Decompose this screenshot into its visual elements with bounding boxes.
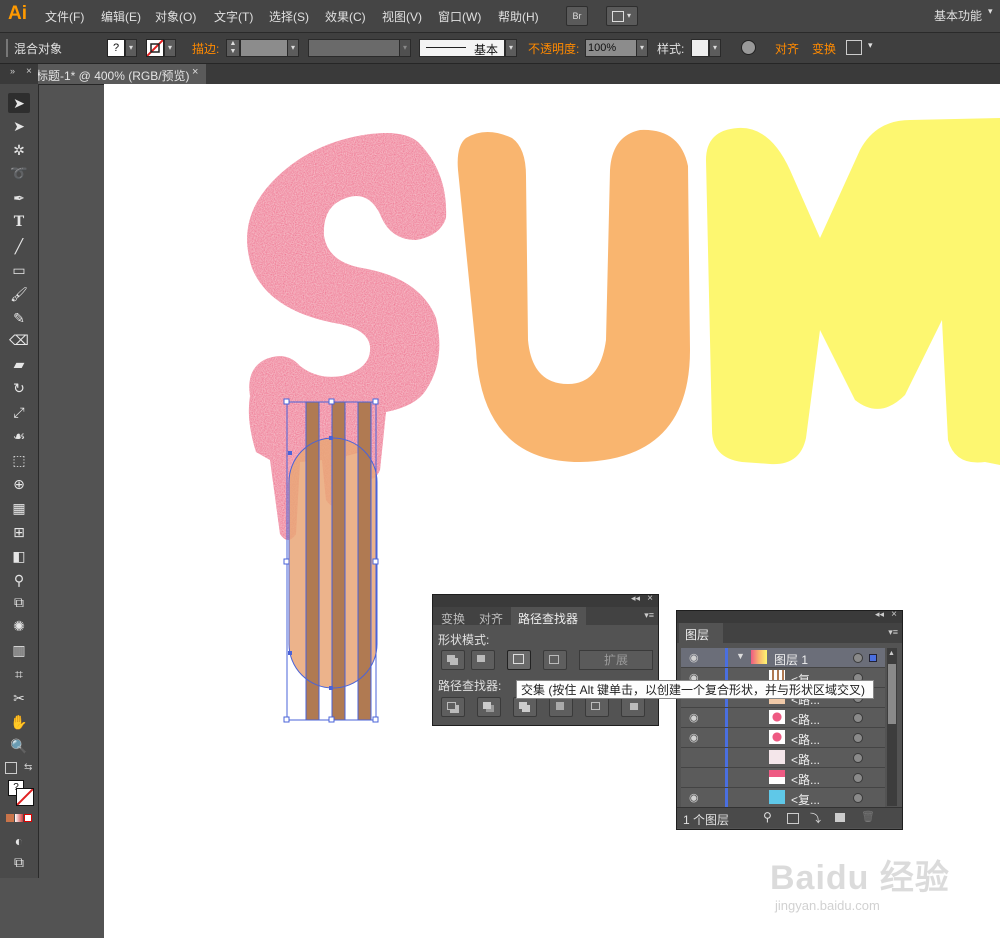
layers-list: ◉ ▼ 图层 1 ◉ <复... <路... ◉ <路... [681,647,885,807]
target-icon[interactable] [853,713,863,723]
disclosure-triangle-icon[interactable]: ▼ [736,651,745,661]
layer-count: 1 个图层 [683,813,730,827]
layer-thumbnail [769,790,785,804]
outline-icon [591,702,600,710]
close-panel-icon[interactable]: × [647,593,653,604]
layer-thumbnail [769,750,785,764]
layer-row-1[interactable]: ◉ ▼ 图层 1 [681,648,885,668]
layer-name[interactable]: <路... [791,771,820,788]
panel-header[interactable]: ◂◂ × [677,609,902,623]
crop-button[interactable] [549,697,573,717]
exclude-icon [549,655,559,664]
target-icon[interactable] [853,733,863,743]
merge-button[interactable] [513,697,537,717]
trim-icon [483,702,491,709]
layer-color-bar [725,728,728,747]
watermark-url: jingyan.baidu.com [775,898,880,913]
layer-name[interactable]: <路... [791,711,820,728]
layer-row-6[interactable]: <路... [681,748,885,768]
collapse-panel-icon[interactable]: ◂◂ [631,593,640,604]
new-layer-icon[interactable] [835,813,845,822]
layer-thumbnail [769,710,785,724]
intersect-button[interactable] [507,650,531,670]
stripe-2[interactable] [332,402,345,720]
exclude-button[interactable] [543,650,567,670]
merge-icon [519,702,527,709]
scroll-up-icon[interactable]: ▲ [888,650,895,657]
eye-icon[interactable]: ◉ [689,651,699,664]
layers-scrollbar[interactable]: ▲ [887,648,897,806]
eye-icon[interactable]: ◉ [689,791,699,804]
make-clipping-mask-icon[interactable] [787,813,799,824]
watermark-brand: Baidu 经验 [770,859,950,897]
eye-icon[interactable]: ◉ [689,711,699,724]
layer-row-8[interactable]: ◉ <复... [681,788,885,807]
target-icon[interactable] [853,773,863,783]
layer-name[interactable]: <路... [791,751,820,768]
layer-row-4[interactable]: ◉ <路... [681,708,885,728]
close-panel-icon[interactable]: × [891,609,897,620]
eye-icon[interactable]: ◉ [689,731,699,744]
shape-modes-label: 形状模式: [438,633,490,647]
target-icon[interactable] [853,793,863,803]
minus-front-button[interactable] [471,650,495,670]
layer-row-5[interactable]: ◉ <路... [681,728,885,748]
minus-back-icon [630,703,638,710]
tab-align[interactable]: 对齐 [479,610,503,627]
tab-layers-label: 图层 [685,628,710,642]
layer-color-bar [725,768,728,787]
divide-button[interactable] [441,697,465,717]
layer-name[interactable]: <复... [791,791,820,807]
layer-thumbnail [751,650,767,664]
stripe-1[interactable] [306,402,319,720]
layer-color-bar [725,748,728,767]
divide-icon [447,702,456,710]
layer-color-bar [725,708,728,727]
stripe-3[interactable] [358,402,371,720]
new-sublayer-icon[interactable]: ⤵ [810,810,821,826]
layers-footer: 1 个图层 ⚲ ⤵ 🗑 [677,807,902,828]
trash-icon[interactable]: 🗑 [861,810,875,823]
target-icon[interactable] [853,753,863,763]
expand-button[interactable]: 扩展 [579,650,653,670]
panel-menu-icon[interactable]: ▾≡ [644,610,654,621]
locate-object-icon[interactable]: ⚲ [763,810,772,824]
tab-layers[interactable]: 图层 [679,623,723,643]
layer-name[interactable]: <路... [791,731,820,748]
pathfinder-panel: ◂◂ × 变换 对齐 路径查找器 ▾≡ 形状模式: 扩展 路径查找器: [432,593,659,726]
layer-row-7[interactable]: <路... [681,768,885,788]
scrollbar-thumb[interactable] [888,664,896,724]
layer-thumbnail [769,730,785,744]
target-icon[interactable] [853,653,863,663]
crop-icon [556,702,564,710]
intersect-tooltip: 交集 (按住 Alt 键单击，以创建一个复合形状，并与形状区域交叉) [516,680,874,699]
trim-button[interactable] [477,697,501,717]
layer-thumbnail [769,770,785,784]
panel-menu-icon[interactable]: ▾≡ [888,627,898,638]
tab-pathfinder[interactable]: 路径查找器 [511,607,586,626]
layer-color-bar [725,788,728,807]
minus-back-button[interactable] [621,697,645,717]
layer-color-bar [725,648,728,667]
minus-front-icon [477,655,485,662]
selected-art-indicator[interactable] [869,654,877,662]
collapse-panel-icon[interactable]: ◂◂ [875,609,884,620]
letter-m[interactable] [706,118,1000,465]
pathfinders-label: 路径查找器: [438,679,502,693]
unite-button[interactable] [441,650,465,670]
panel-header[interactable]: ◂◂ × [433,593,658,607]
letter-u[interactable] [457,129,690,462]
unite-icon [447,655,455,662]
tab-transform[interactable]: 变换 [441,610,465,627]
outline-button[interactable] [585,697,609,717]
layers-panel: ◂◂ × 图层 ▾≡ ◉ ▼ 图层 1 ◉ <复... <路... [676,609,903,830]
intersect-icon [513,654,524,664]
layer-name[interactable]: 图层 1 [774,651,808,668]
tab-pathfinder-label: 路径查找器 [518,612,579,626]
